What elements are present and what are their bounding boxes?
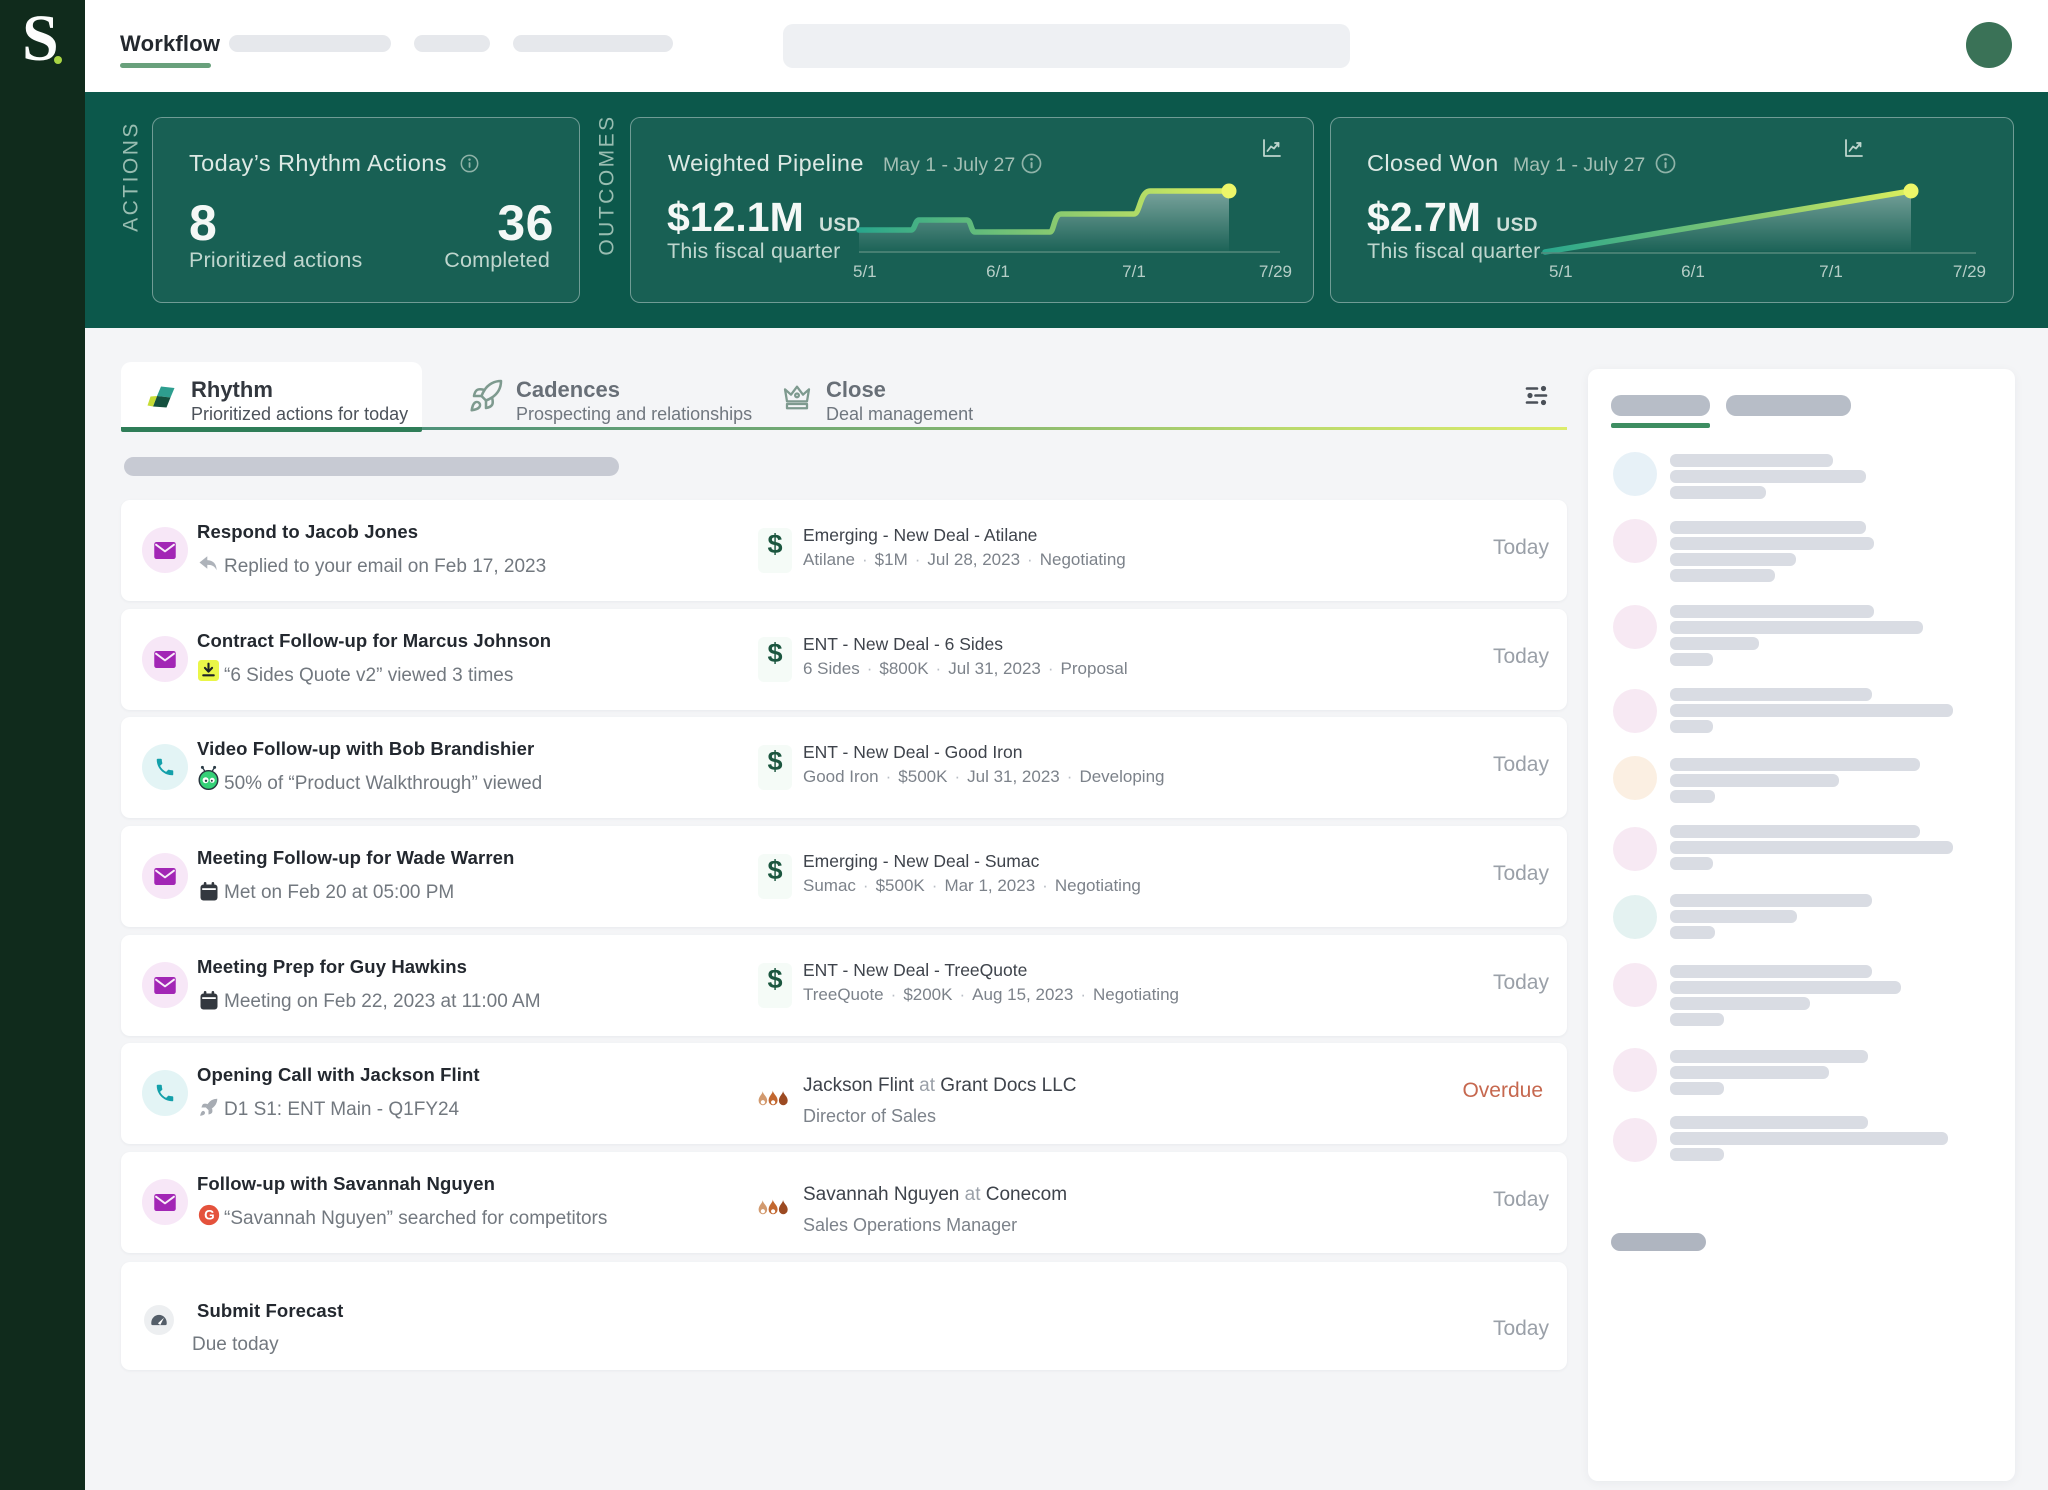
svg-text:OUTCOMES: OUTCOMES — [596, 114, 619, 255]
svg-text:G: G — [204, 1208, 215, 1223]
svg-text:7/29: 7/29 — [1259, 262, 1292, 281]
svg-text:5/1: 5/1 — [1549, 262, 1573, 281]
svg-text:7/1: 7/1 — [1819, 262, 1843, 281]
svg-text:5/1: 5/1 — [853, 262, 877, 281]
svg-text:6/1: 6/1 — [1681, 262, 1705, 281]
svg-text:7/29: 7/29 — [1953, 262, 1986, 281]
svg-text:ACTIONS: ACTIONS — [119, 121, 142, 232]
svg-text:7/1: 7/1 — [1122, 262, 1146, 281]
svg-text:6/1: 6/1 — [986, 262, 1010, 281]
